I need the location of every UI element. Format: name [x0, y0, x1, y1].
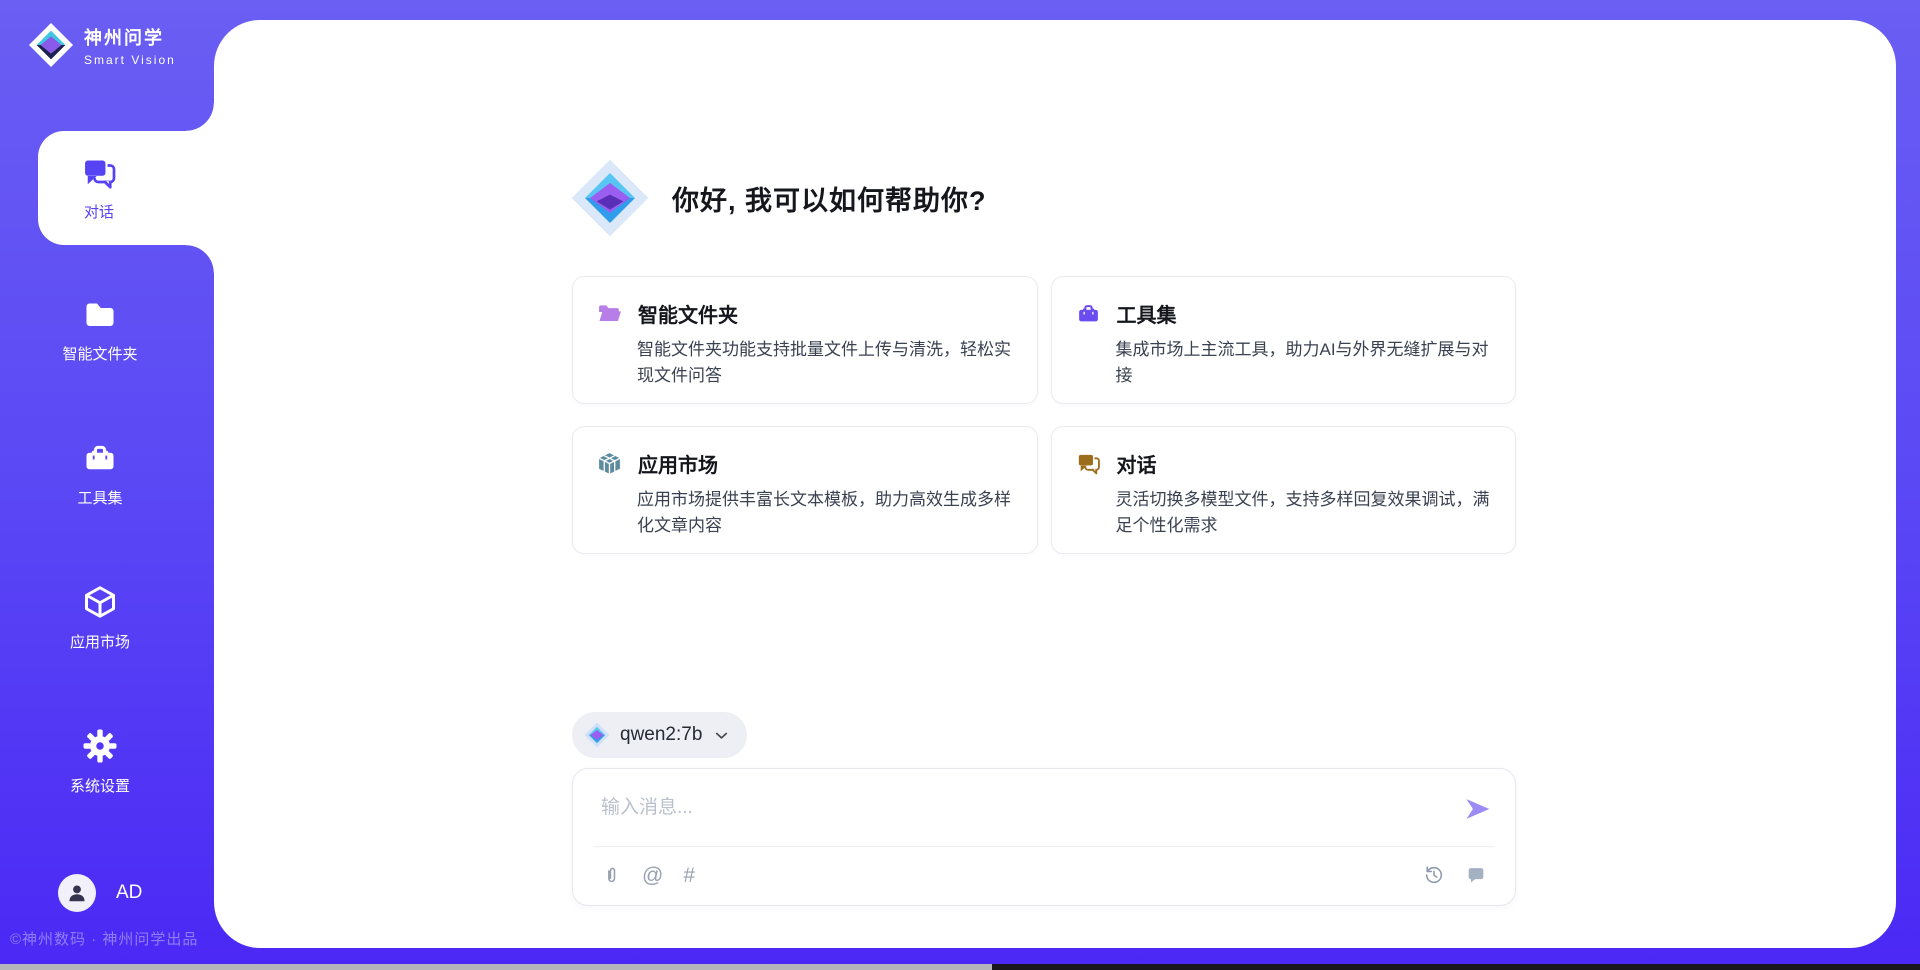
topic-button[interactable]: #: [683, 865, 695, 886]
sidebar-item-label: 工具集: [77, 487, 122, 508]
brand-name: 神州问学: [84, 24, 176, 50]
mention-button[interactable]: @: [642, 865, 663, 886]
sidebar-item-settings[interactable]: 系统设置: [18, 728, 182, 796]
user-name: AD: [116, 882, 142, 904]
card-description: 智能文件夹功能支持批量文件上传与清洗，轻松实现文件问答: [637, 337, 1013, 388]
person-icon: [65, 881, 89, 905]
card-app-market[interactable]: 应用市场 应用市场提供丰富长文本模板，助力高效生成多样化文章内容: [572, 426, 1038, 554]
send-button[interactable]: [1463, 795, 1491, 823]
model-selector-value: qwen2:7b: [620, 724, 702, 746]
sidebar-item-label: 应用市场: [70, 631, 130, 652]
paperclip-icon: [601, 865, 622, 886]
greeting-text: 你好, 我可以如何帮助你?: [672, 179, 987, 218]
card-title: 应用市场: [638, 449, 718, 478]
avatar[interactable]: [58, 874, 96, 912]
model-selector[interactable]: qwen2:7b: [572, 712, 747, 758]
cube-icon: [82, 584, 118, 620]
hash-icon: #: [683, 865, 695, 886]
brand-subtitle: Smart Vision: [84, 53, 176, 67]
chevron-down-icon: [712, 726, 731, 745]
chat-bubbles-icon: [81, 155, 117, 191]
cube-grid-icon: [597, 451, 622, 476]
assistant-diamond-icon: [570, 158, 650, 238]
gear-icon: [82, 728, 118, 764]
conversation-button[interactable]: [1465, 864, 1487, 886]
sidebar-item-app-market[interactable]: 应用市场: [18, 584, 182, 652]
brand-logo: 神州问学 Smart Vision: [28, 22, 176, 68]
toolbox-icon: [82, 440, 118, 476]
at-icon: @: [642, 865, 663, 886]
toolbox-icon: [1076, 301, 1101, 326]
attach-file-button[interactable]: [601, 865, 622, 886]
folder-open-icon: [597, 301, 622, 326]
sidebar-item-toolset[interactable]: 工具集: [18, 440, 182, 508]
composer-toolbar: @ #: [601, 845, 1487, 905]
message-composer: @ #: [572, 768, 1516, 906]
card-title: 智能文件夹: [638, 299, 738, 328]
history-button[interactable]: [1423, 864, 1445, 886]
card-title: 工具集: [1117, 299, 1177, 328]
chat-bubble-icon: [1465, 864, 1487, 886]
history-icon: [1423, 864, 1445, 886]
card-description: 应用市场提供丰富长文本模板，助力高效生成多样化文章内容: [637, 487, 1013, 538]
greeting-row: 你好, 我可以如何帮助你?: [570, 158, 987, 238]
brand-diamond-icon: [28, 22, 74, 68]
sidebar-item-chat[interactable]: 对话: [38, 131, 214, 245]
model-diamond-icon: [584, 722, 610, 748]
horizontal-scrollbar[interactable]: [0, 964, 1920, 970]
card-description: 灵活切换多模型文件，支持多样回复效果调试，满足个性化需求: [1116, 487, 1492, 538]
send-icon: [1463, 795, 1491, 823]
feature-cards: 智能文件夹 智能文件夹功能支持批量文件上传与清洗，轻松实现文件问答 工具集 集成…: [572, 276, 1516, 554]
tab-fillet-top: [186, 103, 214, 131]
card-title: 对话: [1117, 449, 1157, 478]
sidebar-item-label: 系统设置: [70, 775, 130, 796]
sidebar-item-smart-folder[interactable]: 智能文件夹: [18, 296, 182, 364]
sidebar-item-label: 对话: [84, 201, 114, 222]
card-chat[interactable]: 对话 灵活切换多模型文件，支持多样回复效果调试，满足个性化需求: [1051, 426, 1517, 554]
card-smart-folder[interactable]: 智能文件夹 智能文件夹功能支持批量文件上传与清洗，轻松实现文件问答: [572, 276, 1038, 404]
card-toolset[interactable]: 工具集 集成市场上主流工具，助力AI与外界无缝扩展与对接: [1051, 276, 1517, 404]
copyright-text: ©神州数码 · 神州问学出品: [10, 928, 198, 949]
scrollbar-thumb[interactable]: [0, 964, 992, 970]
chat-bubbles-icon: [1076, 451, 1101, 476]
folder-icon: [82, 296, 118, 332]
sidebar-item-label: 智能文件夹: [62, 343, 137, 364]
user-account[interactable]: AD: [58, 874, 142, 912]
message-input[interactable]: [573, 769, 1515, 845]
card-description: 集成市场上主流工具，助力AI与外界无缝扩展与对接: [1116, 337, 1492, 388]
tab-fillet-bottom: [186, 245, 214, 273]
